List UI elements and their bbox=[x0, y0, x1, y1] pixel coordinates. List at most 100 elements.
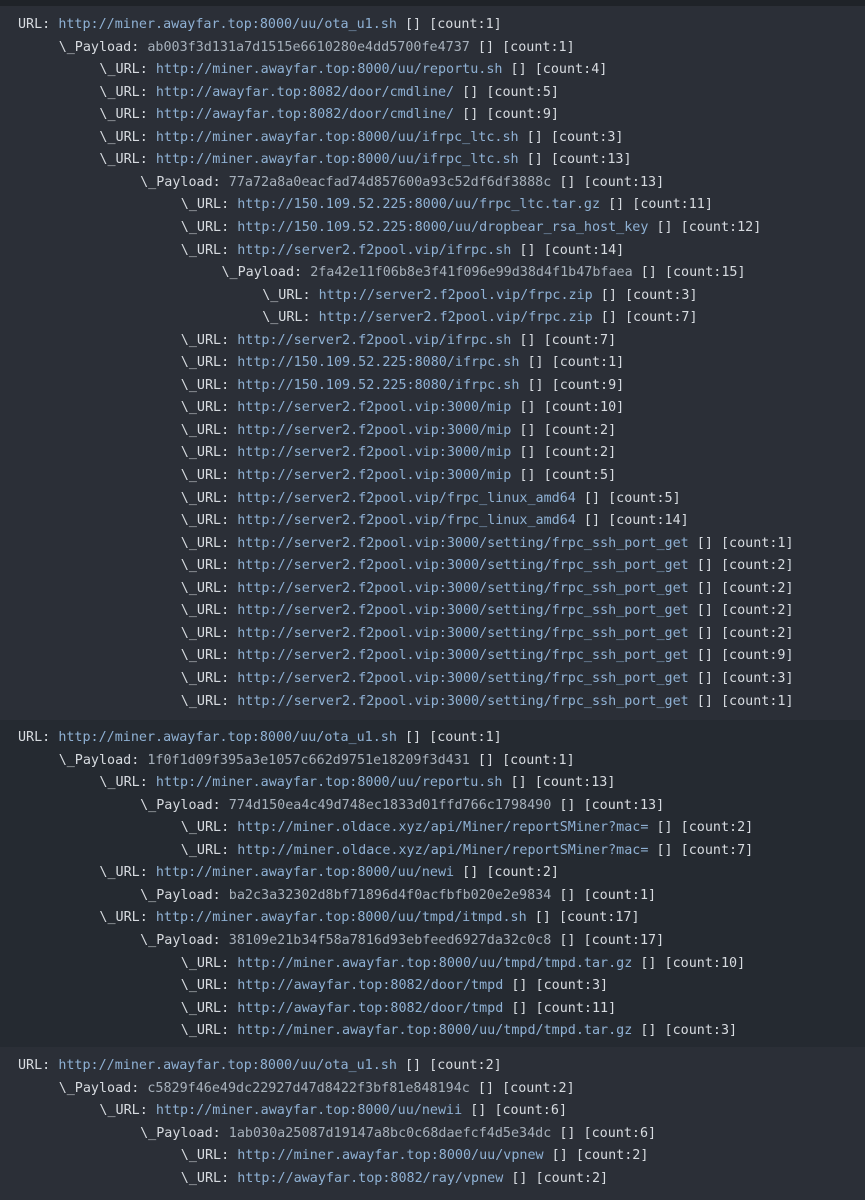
count-prefix: [count: bbox=[680, 842, 738, 858]
url-link[interactable]: http://miner.awayfar.top:8000/uu/ifrpc_l… bbox=[156, 130, 519, 145]
url-line: \_URL: http://miner.awayfar.top:8000/uu/… bbox=[99, 59, 607, 81]
url-link[interactable]: http://server2.f2pool.vip:3000/setting/f… bbox=[237, 626, 688, 641]
payload-line: \_Payload: 2fa42e11f06b8e3f41f096e99d38d… bbox=[222, 262, 746, 284]
count-value: 1 bbox=[558, 39, 567, 55]
count-prefix: [count: bbox=[534, 62, 592, 78]
payload-hash: c5829f46e49dc22927d47d8422f3bf81e848194c bbox=[147, 1080, 470, 1096]
count-suffix: ] bbox=[623, 152, 632, 168]
url-label: \_URL: bbox=[180, 648, 238, 664]
url-link[interactable]: http://150.109.52.225:8000/uu/dropbear_r… bbox=[237, 220, 648, 235]
url-label: \_URL: bbox=[180, 490, 238, 506]
count-value: 5 bbox=[664, 490, 673, 506]
url-link[interactable]: http://awayfar.top:8082/door/cmdline/ bbox=[156, 85, 454, 100]
url-link[interactable]: http://server2.f2pool.vip/frpc.zip bbox=[319, 310, 593, 325]
empty-brackets: [] bbox=[551, 887, 584, 903]
empty-brackets: [] bbox=[469, 39, 503, 55]
url-link[interactable]: http://miner.awayfar.top:8000/uu/ota_u1.… bbox=[58, 1058, 397, 1073]
url-link[interactable]: http://miner.awayfar.top:8000/uu/reportu… bbox=[156, 62, 503, 77]
url-link[interactable]: http://miner.awayfar.top:8000/uu/tmpd/it… bbox=[156, 910, 527, 925]
count-suffix: ] bbox=[785, 648, 794, 664]
url-link[interactable]: http://miner.awayfar.top:8000/uu/vpnew bbox=[237, 1148, 543, 1163]
count-prefix: [count: bbox=[534, 775, 592, 791]
count-value: 13 bbox=[639, 797, 657, 813]
count-prefix: [count: bbox=[535, 1170, 592, 1186]
url-link[interactable]: http://awayfar.top:8082/door/tmpd bbox=[237, 1001, 503, 1016]
log-block: URL: http://miner.awayfar.top:8000/uu/ot… bbox=[0, 720, 865, 1047]
url-line: \_URL: http://server2.f2pool.vip/ifrpc.s… bbox=[181, 240, 624, 262]
url-link[interactable]: http://miner.awayfar.top:8000/uu/ifrpc_l… bbox=[156, 152, 519, 167]
url-link[interactable]: http://server2.f2pool.vip/frpc_linux_amd… bbox=[237, 491, 576, 506]
count-value: 13 bbox=[591, 775, 608, 791]
count-value: 1 bbox=[608, 355, 617, 371]
count-value: 2 bbox=[600, 422, 609, 438]
url-link[interactable]: http://awayfar.top:8082/ray/vpnew bbox=[237, 1171, 503, 1186]
empty-brackets: [] bbox=[518, 129, 551, 145]
empty-brackets: [] bbox=[543, 1148, 576, 1164]
count-prefix: [count: bbox=[535, 978, 592, 994]
count-value: 9 bbox=[542, 107, 551, 123]
url-link[interactable]: http://miner.oldace.xyz/api/Miner/report… bbox=[237, 820, 648, 835]
url-line: URL: http://miner.awayfar.top:8000/uu/ot… bbox=[18, 727, 502, 749]
url-link[interactable]: http://server2.f2pool.vip:3000/mip bbox=[237, 445, 511, 460]
empty-brackets: [] bbox=[396, 730, 430, 745]
url-label: \_URL: bbox=[180, 580, 238, 596]
url-link[interactable]: http://miner.awayfar.top:8000/uu/ota_u1.… bbox=[58, 17, 397, 32]
empty-brackets: [] bbox=[511, 400, 544, 416]
url-link[interactable]: http://miner.awayfar.top:8000/uu/tmpd/tm… bbox=[237, 1023, 632, 1038]
url-label: \_URL: bbox=[180, 422, 238, 438]
url-link[interactable]: http://server2.f2pool.vip:3000/setting/f… bbox=[237, 648, 688, 663]
count-prefix: [count: bbox=[494, 1103, 551, 1119]
url-label: URL: bbox=[18, 17, 59, 32]
empty-brackets: [] bbox=[551, 932, 584, 948]
count-value: 2 bbox=[591, 1170, 601, 1186]
empty-brackets: [] bbox=[648, 820, 681, 836]
empty-brackets: [] bbox=[688, 535, 721, 551]
url-line: \_URL: http://server2.f2pool.vip/frpc_li… bbox=[181, 488, 681, 510]
url-link[interactable]: http://miner.awayfar.top:8000/uu/newi bbox=[156, 865, 454, 880]
url-line: \_URL: http://server2.f2pool.vip:3000/mi… bbox=[181, 397, 624, 419]
url-link[interactable]: http://150.109.52.225:8000/uu/frpc_ltc.t… bbox=[237, 197, 600, 212]
url-link[interactable]: http://server2.f2pool.vip/frpc.zip bbox=[319, 288, 593, 303]
url-link[interactable]: http://150.109.52.225:8080/ifrpc.sh bbox=[237, 355, 519, 370]
count-suffix: ] bbox=[785, 670, 794, 686]
count-value: 1 bbox=[558, 752, 567, 768]
url-link[interactable]: http://awayfar.top:8082/door/tmpd bbox=[237, 978, 503, 993]
url-link[interactable]: http://server2.f2pool.vip/ifrpc.sh bbox=[237, 243, 511, 258]
url-link[interactable]: http://server2.f2pool.vip:3000/mip bbox=[237, 400, 511, 415]
count-suffix: ] bbox=[656, 797, 665, 813]
count-value: 15 bbox=[721, 265, 738, 281]
url-link[interactable]: http://server2.f2pool.vip:3000/setting/f… bbox=[237, 536, 688, 551]
url-link[interactable]: http://server2.f2pool.vip:3000/setting/f… bbox=[237, 603, 688, 618]
url-label: \_URL: bbox=[262, 287, 319, 303]
empty-brackets: [] bbox=[469, 752, 503, 768]
url-link[interactable]: http://server2.f2pool.vip:3000/setting/f… bbox=[237, 671, 688, 686]
count-value: 17 bbox=[615, 910, 632, 926]
count-suffix: ] bbox=[550, 865, 559, 881]
url-link[interactable]: http://server2.f2pool.vip:3000/setting/f… bbox=[237, 694, 688, 709]
count-value: 10 bbox=[720, 955, 738, 971]
url-link[interactable]: http://server2.f2pool.vip:3000/mip bbox=[237, 423, 511, 438]
count-value: 3 bbox=[720, 1023, 730, 1039]
url-link[interactable]: http://150.109.52.225:8080/ifrpc.sh bbox=[237, 378, 519, 393]
url-link[interactable]: http://server2.f2pool.vip:3000/mip bbox=[237, 468, 511, 483]
count-prefix: [count: bbox=[720, 535, 778, 551]
url-link[interactable]: http://server2.f2pool.vip:3000/setting/f… bbox=[237, 581, 688, 596]
empty-brackets: [] bbox=[519, 355, 552, 371]
url-link[interactable]: http://miner.awayfar.top:8000/uu/reportu… bbox=[156, 775, 503, 790]
url-link[interactable]: http://awayfar.top:8082/door/cmdline/ bbox=[156, 107, 454, 122]
url-link[interactable]: http://server2.f2pool.vip/frpc_linux_amd… bbox=[237, 513, 576, 528]
url-link[interactable]: http://miner.awayfar.top:8000/uu/newii bbox=[156, 1103, 462, 1118]
count-suffix: ] bbox=[616, 400, 625, 416]
url-link[interactable]: http://miner.awayfar.top:8000/uu/tmpd/tm… bbox=[237, 956, 632, 971]
empty-brackets: [] bbox=[511, 242, 544, 258]
count-prefix: [count: bbox=[535, 1000, 592, 1016]
url-line: \_URL: http://server2.f2pool.vip:3000/se… bbox=[181, 555, 794, 577]
count-suffix: ] bbox=[785, 558, 794, 574]
url-link[interactable]: http://server2.f2pool.vip/ifrpc.sh bbox=[237, 333, 511, 348]
payload-label: \_Payload: bbox=[221, 265, 311, 281]
url-link[interactable]: http://miner.awayfar.top:8000/uu/ota_u1.… bbox=[58, 730, 397, 745]
url-link[interactable]: http://miner.oldace.xyz/api/Miner/report… bbox=[237, 843, 648, 858]
url-link[interactable]: http://server2.f2pool.vip:3000/setting/f… bbox=[237, 558, 688, 573]
count-suffix: ] bbox=[704, 197, 713, 213]
url-label: \_URL: bbox=[180, 513, 238, 529]
